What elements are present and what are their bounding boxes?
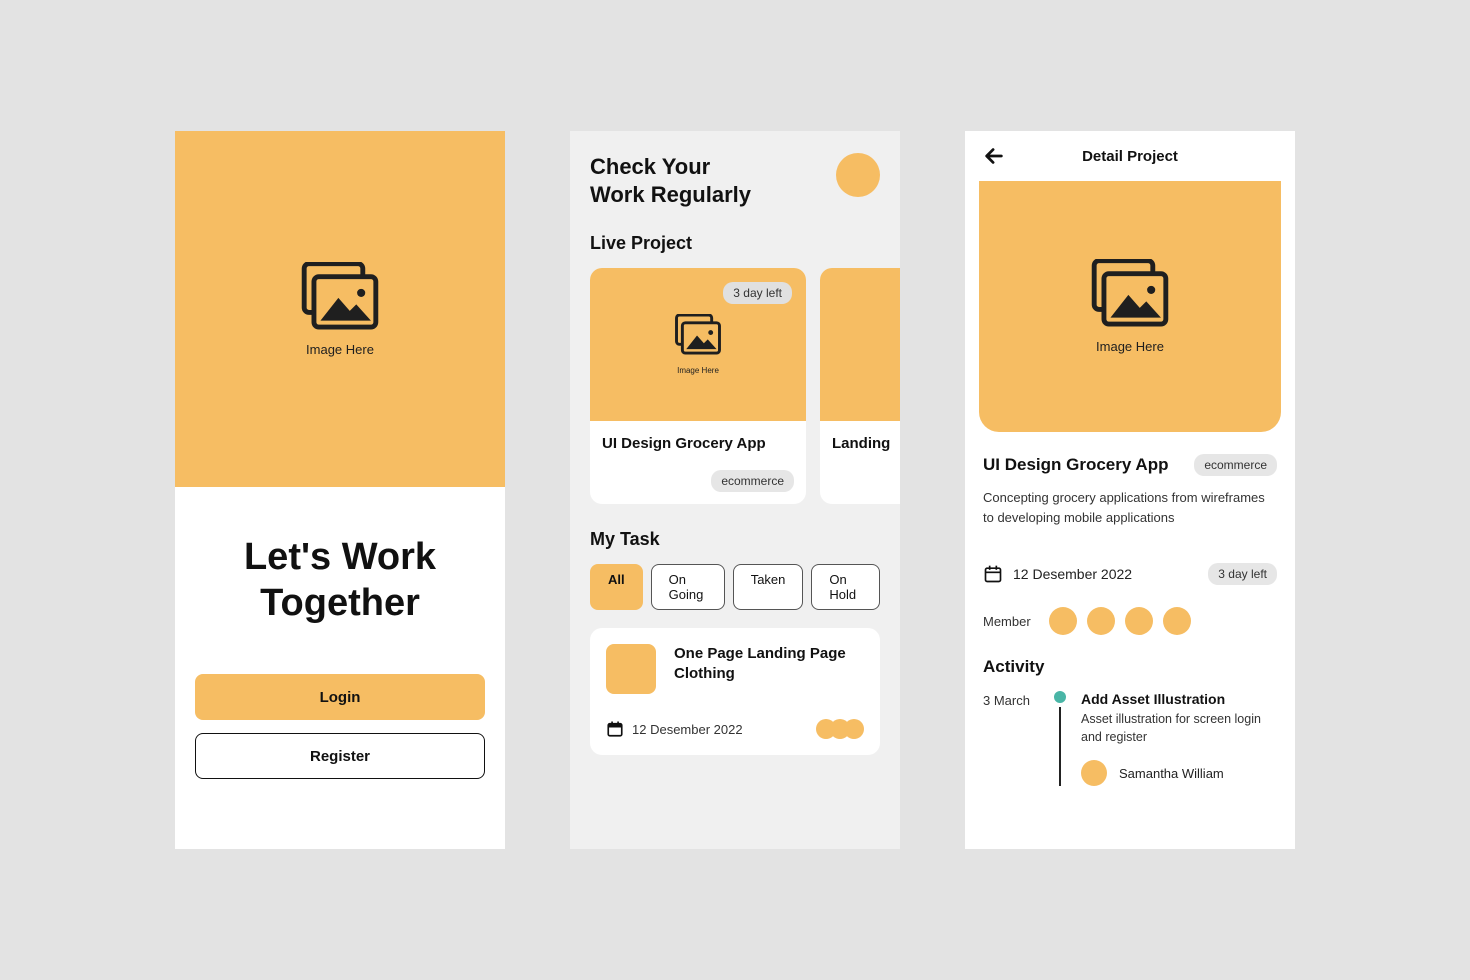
back-arrow-icon[interactable]	[983, 145, 1005, 167]
onboarding-title: Let's Work Together	[175, 535, 505, 626]
image-placeholder-label: Image Here	[1096, 339, 1164, 354]
detail-time-left: 3 day left	[1208, 563, 1277, 585]
topbar-title: Detail Project	[1082, 148, 1178, 165]
my-task-heading: My Task	[570, 529, 900, 550]
timeline-dot-icon	[1054, 691, 1066, 703]
live-project-heading: Live Project	[570, 233, 900, 254]
tab-taken[interactable]: Taken	[733, 564, 804, 610]
time-left-badge: 3 day left	[723, 282, 792, 304]
member-avatar[interactable]	[1087, 607, 1115, 635]
detail-body: UI Design Grocery App ecommerce Concepti…	[965, 432, 1295, 786]
detail-hero: Image Here	[979, 181, 1281, 432]
tab-ongoing[interactable]: On Going	[651, 564, 725, 610]
member-row: Member	[983, 607, 1277, 635]
task-card-top: One Page Landing Page Clothing	[606, 644, 864, 694]
project-card-hero	[820, 268, 900, 421]
activity-heading: Activity	[983, 657, 1277, 677]
task-date-text: 12 Desember 2022	[632, 722, 743, 737]
activity-item: 3 March Add Asset Illustration Asset ill…	[983, 691, 1277, 786]
calendar-icon	[606, 720, 624, 738]
detail-description: Concepting grocery applications from wir…	[983, 488, 1277, 528]
project-card[interactable]: 3 day left Image Here UI Design Grocery …	[590, 268, 806, 504]
project-card-body: Landing	[820, 421, 900, 464]
tab-onhold[interactable]: On Hold	[811, 564, 880, 610]
activity-date: 3 March	[983, 691, 1039, 786]
detail-title-row: UI Design Grocery App ecommerce	[983, 454, 1277, 476]
detail-tag: ecommerce	[1194, 454, 1277, 476]
task-card-bottom: 12 Desember 2022	[606, 719, 864, 739]
member-avatar[interactable]	[1163, 607, 1191, 635]
register-button[interactable]: Register	[195, 733, 485, 779]
task-title: One Page Landing Page Clothing	[674, 644, 864, 694]
hero-image-area: Image Here	[175, 131, 505, 487]
user-name: Samantha William	[1119, 766, 1224, 781]
member-avatars	[1049, 607, 1191, 635]
detail-date-row: 12 Desember 2022 3 day left	[983, 563, 1277, 585]
image-placeholder: Image Here	[299, 262, 381, 357]
project-tag: ecommerce	[711, 470, 794, 492]
dashboard-header: Check Your Work Regularly	[570, 153, 900, 208]
task-date: 12 Desember 2022	[606, 720, 743, 738]
image-icon	[1089, 259, 1171, 329]
detail-title: UI Design Grocery App	[983, 455, 1168, 475]
project-title: Landing	[832, 435, 900, 452]
login-button[interactable]: Login	[195, 674, 485, 720]
user-avatar	[1081, 760, 1107, 786]
project-card[interactable]: Landing	[820, 268, 900, 504]
calendar-icon	[983, 564, 1003, 584]
activity-content: Add Asset Illustration Asset illustratio…	[1081, 691, 1277, 786]
detail-date: 12 Desember 2022	[983, 564, 1132, 584]
project-carousel[interactable]: 3 day left Image Here UI Design Grocery …	[570, 268, 900, 504]
screen-dashboard: Check Your Work Regularly Live Project 3…	[570, 131, 900, 849]
activity-timeline	[1053, 691, 1067, 786]
detail-date-text: 12 Desember 2022	[1013, 566, 1132, 582]
heading-line-2: Work Regularly	[590, 181, 751, 209]
task-members	[816, 719, 864, 739]
member-avatar[interactable]	[1125, 607, 1153, 635]
member-label: Member	[983, 614, 1031, 629]
task-thumbnail	[606, 644, 656, 694]
project-card-body: UI Design Grocery App ecommerce	[590, 421, 806, 504]
screen-detail: Detail Project Image Here UI Design Groc…	[965, 131, 1295, 849]
task-filter-tabs: All On Going Taken On Hold	[570, 564, 900, 610]
profile-avatar[interactable]	[836, 153, 880, 197]
project-card-hero: 3 day left Image Here	[590, 268, 806, 421]
activity-title: Add Asset Illustration	[1081, 691, 1277, 707]
task-card[interactable]: One Page Landing Page Clothing 12 Desemb…	[590, 628, 880, 755]
project-title: UI Design Grocery App	[602, 435, 794, 452]
member-avatar	[844, 719, 864, 739]
image-placeholder-label: Image Here	[306, 342, 374, 357]
tab-all[interactable]: All	[590, 564, 643, 610]
image-icon	[673, 314, 723, 356]
image-placeholder-label: Image Here	[677, 366, 719, 375]
heading-line-1: Check Your	[590, 153, 751, 181]
image-icon	[299, 262, 381, 332]
activity-user: Samantha William	[1081, 760, 1277, 786]
screen-onboarding: Image Here Let's Work Together Login Reg…	[175, 131, 505, 849]
member-avatar[interactable]	[1049, 607, 1077, 635]
dashboard-heading: Check Your Work Regularly	[590, 153, 751, 208]
image-placeholder: Image Here	[673, 314, 723, 375]
detail-topbar: Detail Project	[965, 131, 1295, 181]
timeline-line	[1059, 707, 1061, 786]
activity-description: Asset illustration for screen login and …	[1081, 711, 1277, 746]
image-placeholder: Image Here	[1089, 259, 1171, 354]
onboarding-buttons: Login Register	[175, 674, 505, 779]
